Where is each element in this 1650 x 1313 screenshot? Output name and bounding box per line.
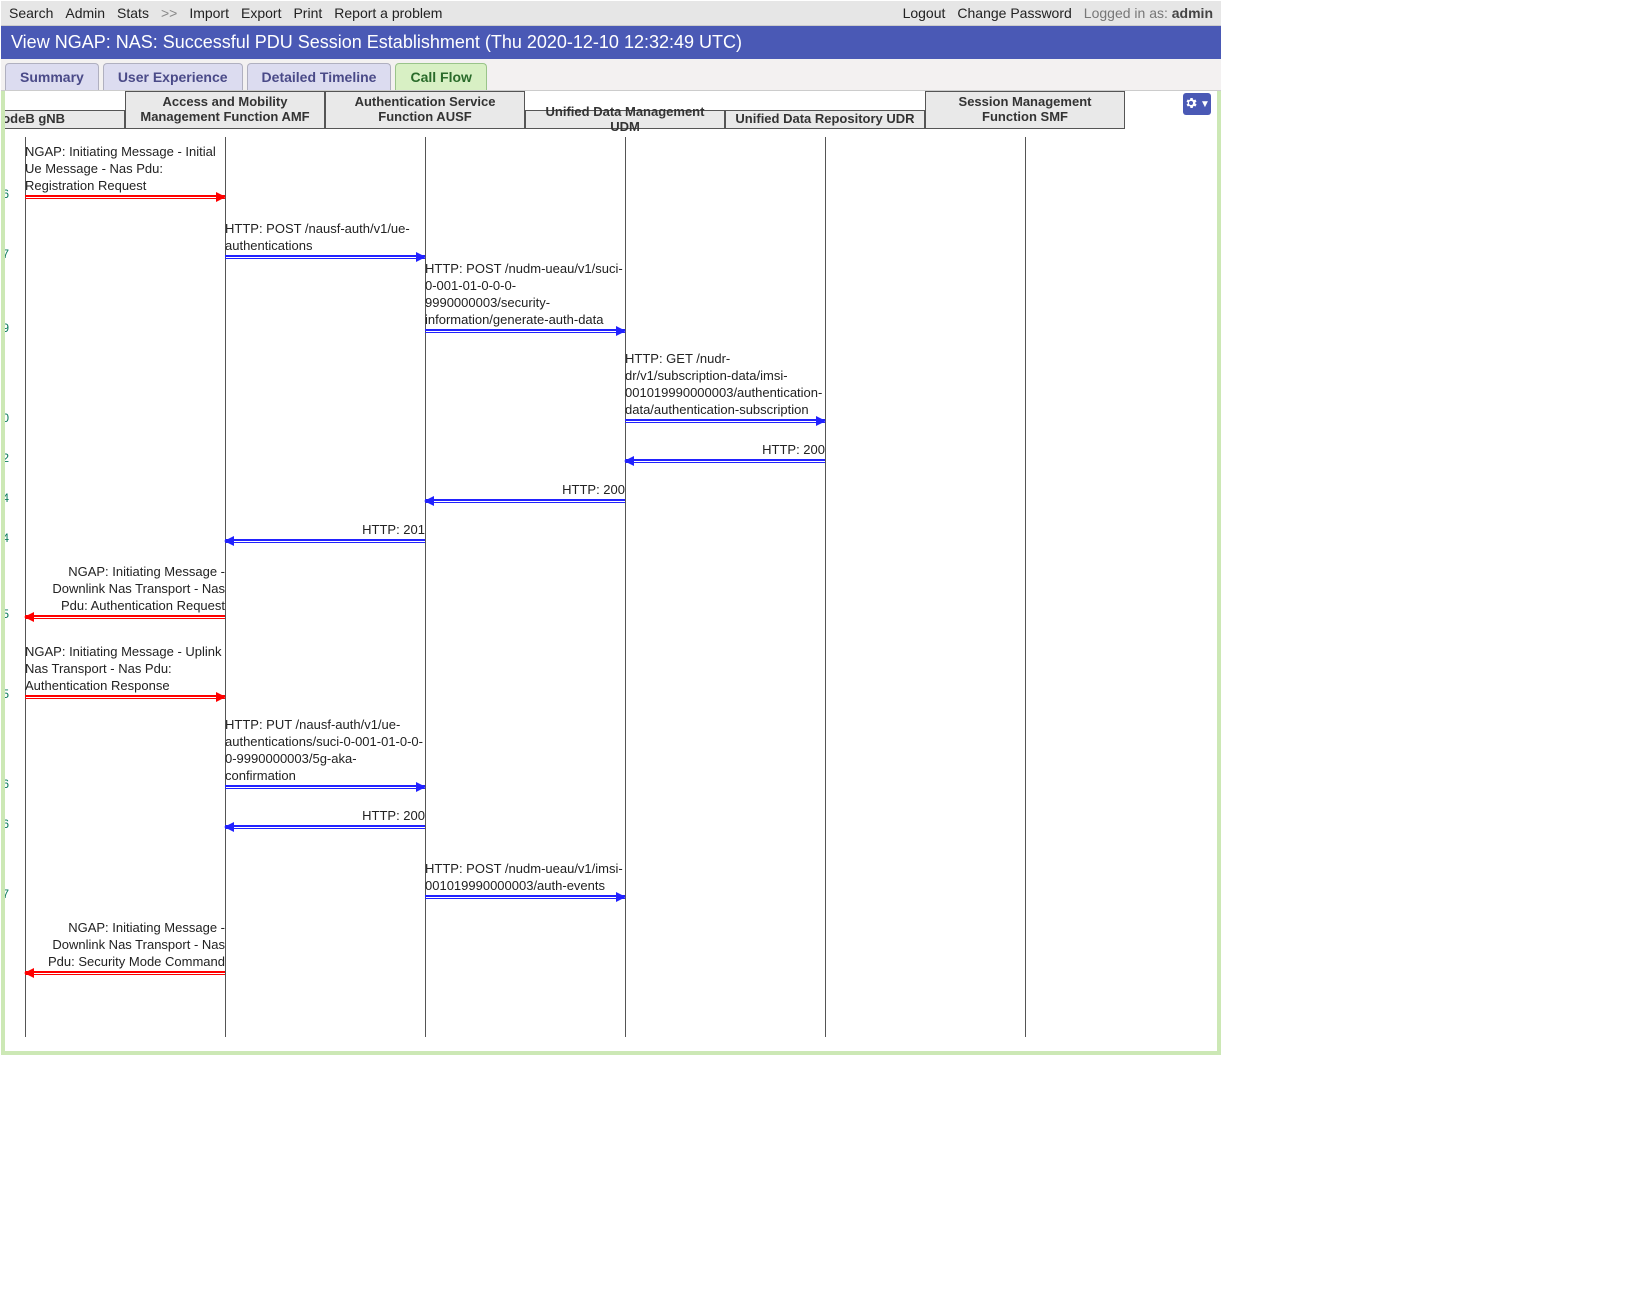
message-label: NGAP: Initiating Message - Initial Ue Me… — [25, 144, 225, 195]
arrow-right-icon — [625, 419, 825, 425]
menu-export[interactable]: Export — [241, 5, 281, 21]
menu-search[interactable]: Search — [9, 5, 53, 21]
gear-icon — [1184, 96, 1198, 113]
menu-more[interactable]: >> — [161, 5, 177, 21]
timestamp: 12:32:49.469 — [5, 321, 13, 335]
lifeline — [225, 137, 226, 1037]
menu-logout[interactable]: Logout — [903, 5, 946, 21]
timestamp: 12:32:49.477 — [5, 887, 13, 901]
lifeline — [625, 137, 626, 1037]
tab-user-experience[interactable]: User Experience — [103, 63, 243, 90]
arrow-right-icon — [225, 785, 425, 791]
arrow-left-icon — [225, 825, 425, 831]
message-11[interactable]: HTTP: POST /nudm-ueau/v1/imsi-0010199900… — [425, 857, 625, 901]
message-label: NGAP: Initiating Message - Downlink Nas … — [25, 920, 225, 971]
timestamp: 12:32:49.466 — [5, 187, 13, 201]
message-6[interactable]: HTTP: 201 — [225, 521, 425, 545]
top-menu: Search Admin Stats >> Import Export Prin… — [1, 1, 1221, 26]
message-7[interactable]: NGAP: Initiating Message - Downlink Nas … — [25, 561, 225, 621]
chevron-down-icon: ▼ — [1200, 99, 1210, 110]
tab-summary[interactable]: Summary — [5, 63, 99, 90]
timestamp: 12:32:49.474 — [5, 531, 13, 545]
timestamp: 12:32:49.476 — [5, 817, 13, 831]
arrow-right-icon — [25, 695, 225, 701]
menu-admin[interactable]: Admin — [65, 5, 105, 21]
message-label: HTTP: PUT /nausf-auth/v1/ue-authenticati… — [225, 717, 425, 785]
timestamp: 12:32:49.475 — [5, 607, 13, 621]
menu-print[interactable]: Print — [293, 5, 322, 21]
message-0[interactable]: NGAP: Initiating Message - Initial Ue Me… — [25, 141, 225, 201]
column-header-udm[interactable]: Unified Data Management UDM — [525, 110, 725, 129]
logged-in-label: Logged in as: admin — [1084, 5, 1213, 21]
message-8[interactable]: NGAP: Initiating Message - Uplink Nas Tr… — [25, 641, 225, 701]
message-label: HTTP: POST /nudm-ueau/v1/suci-0-001-01-0… — [425, 261, 625, 329]
vertical-scroll[interactable]: 12:32:49.466 12:32:49.467 12:32:49.469 12:3… — [5, 137, 1217, 1037]
timestamp: 12:32:49.472 — [5, 451, 13, 465]
message-label: HTTP: POST /nausf-auth/v1/ue-authenticat… — [225, 221, 425, 255]
timestamp: 12:32:49.467 — [5, 247, 13, 261]
horizontal-scroll[interactable]: gNodeB gNBAccess and Mobility Management… — [5, 91, 1217, 1051]
message-3[interactable]: HTTP: GET /nudr-dr/v1/subscription-data/… — [625, 349, 825, 425]
timestamp: 12:32:49.475 — [5, 687, 13, 701]
message-label: HTTP: 200 — [225, 808, 425, 825]
message-label: HTTP: GET /nudr-dr/v1/subscription-data/… — [625, 351, 825, 419]
lifeline — [1025, 137, 1026, 1037]
menu-change-password[interactable]: Change Password — [957, 5, 1071, 21]
column-header-gnb[interactable]: gNodeB gNB — [5, 110, 125, 129]
settings-button[interactable]: ▼ — [1183, 93, 1211, 115]
tab-bar: Summary User Experience Detailed Timelin… — [1, 59, 1221, 91]
lifeline — [825, 137, 826, 1037]
call-flow-pane: ▼ gNodeB gNBAccess and Mobility Manageme… — [1, 91, 1221, 1055]
timestamp: 12:32:49.474 — [5, 491, 13, 505]
arrow-left-icon — [425, 499, 625, 505]
tab-call-flow[interactable]: Call Flow — [395, 63, 486, 90]
message-5[interactable]: HTTP: 200 — [425, 481, 625, 505]
menu-report[interactable]: Report a problem — [334, 5, 442, 21]
column-headers: gNodeB gNBAccess and Mobility Management… — [5, 91, 1217, 137]
message-1[interactable]: HTTP: POST /nausf-auth/v1/ue-authenticat… — [225, 217, 425, 261]
message-label: NGAP: Initiating Message - Downlink Nas … — [25, 564, 225, 615]
arrow-right-icon — [425, 895, 625, 901]
message-12[interactable]: NGAP: Initiating Message - Downlink Nas … — [25, 917, 225, 977]
menu-import[interactable]: Import — [189, 5, 229, 21]
message-label: HTTP: POST /nudm-ueau/v1/imsi-0010199900… — [425, 861, 625, 895]
column-header-ausf[interactable]: Authentication Service Function AUSF — [325, 91, 525, 129]
timestamp: 12:32:49.470 — [5, 411, 13, 425]
message-label: NGAP: Initiating Message - Uplink Nas Tr… — [25, 644, 225, 695]
arrow-right-icon — [25, 195, 225, 201]
tab-detailed-timeline[interactable]: Detailed Timeline — [247, 63, 392, 90]
page-title: View NGAP: NAS: Successful PDU Session E… — [1, 26, 1221, 59]
arrow-right-icon — [225, 255, 425, 261]
column-header-amf[interactable]: Access and Mobility Management Function … — [125, 91, 325, 129]
message-2[interactable]: HTTP: POST /nudm-ueau/v1/suci-0-001-01-0… — [425, 275, 625, 335]
message-label: HTTP: 200 — [425, 482, 625, 499]
sequence-chart: 12:32:49.466 12:32:49.467 12:32:49.469 12:3… — [5, 137, 1217, 1037]
arrow-left-icon — [625, 459, 825, 465]
menu-stats[interactable]: Stats — [117, 5, 149, 21]
message-label: HTTP: 200 — [625, 442, 825, 459]
arrow-right-icon — [425, 329, 625, 335]
timestamp: 12:32:49.476 — [5, 777, 13, 791]
arrow-left-icon — [25, 971, 225, 977]
column-header-udr[interactable]: Unified Data Repository UDR — [725, 110, 925, 129]
column-header-smf[interactable]: Session Management Function SMF — [925, 91, 1125, 129]
message-label: HTTP: 201 — [225, 522, 425, 539]
arrow-left-icon — [225, 539, 425, 545]
arrow-left-icon — [25, 615, 225, 621]
message-10[interactable]: HTTP: 200 — [225, 807, 425, 831]
message-4[interactable]: HTTP: 200 — [625, 441, 825, 465]
message-9[interactable]: HTTP: PUT /nausf-auth/v1/ue-authenticati… — [225, 731, 425, 791]
